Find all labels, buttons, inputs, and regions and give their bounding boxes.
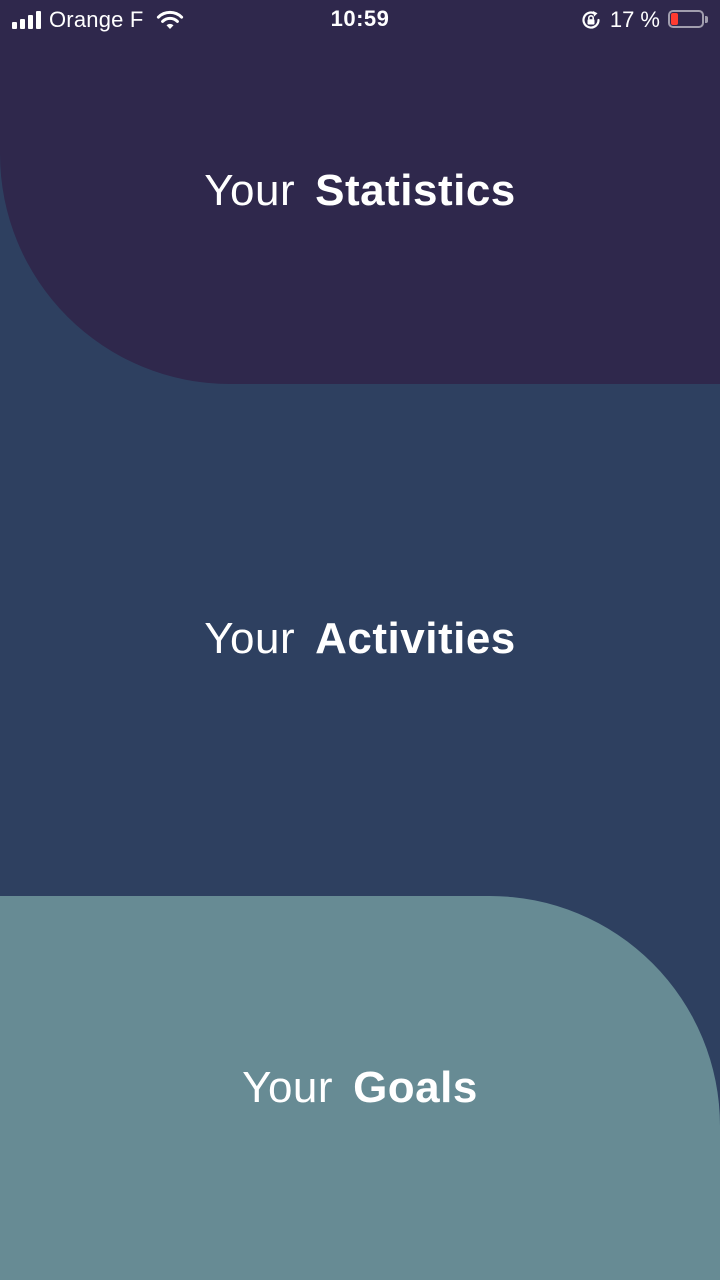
activities-title: Your Activities xyxy=(0,613,720,665)
battery-level xyxy=(671,13,678,25)
battery-percent: 17 % xyxy=(609,7,660,32)
goals-title-prefix: Your xyxy=(242,1063,334,1112)
status-right: 17 % xyxy=(580,7,708,32)
goals-title-text: Goals xyxy=(353,1063,478,1112)
statistics-title-prefix: Your xyxy=(204,166,296,215)
statistics-title: Your Statistics xyxy=(0,165,720,217)
statistics-title-text: Statistics xyxy=(315,166,516,215)
statistics-card[interactable]: Your Statistics xyxy=(0,0,720,384)
activities-title-prefix: Your xyxy=(204,614,296,663)
goals-title: Your Goals xyxy=(0,1062,720,1114)
activities-title-text: Activities xyxy=(315,614,516,663)
rotation-lock-icon xyxy=(582,11,600,29)
goals-card[interactable]: Your Goals xyxy=(0,896,720,1280)
status-bar: Orange F 10:59 17 % xyxy=(0,0,720,40)
battery-icon xyxy=(668,10,708,30)
